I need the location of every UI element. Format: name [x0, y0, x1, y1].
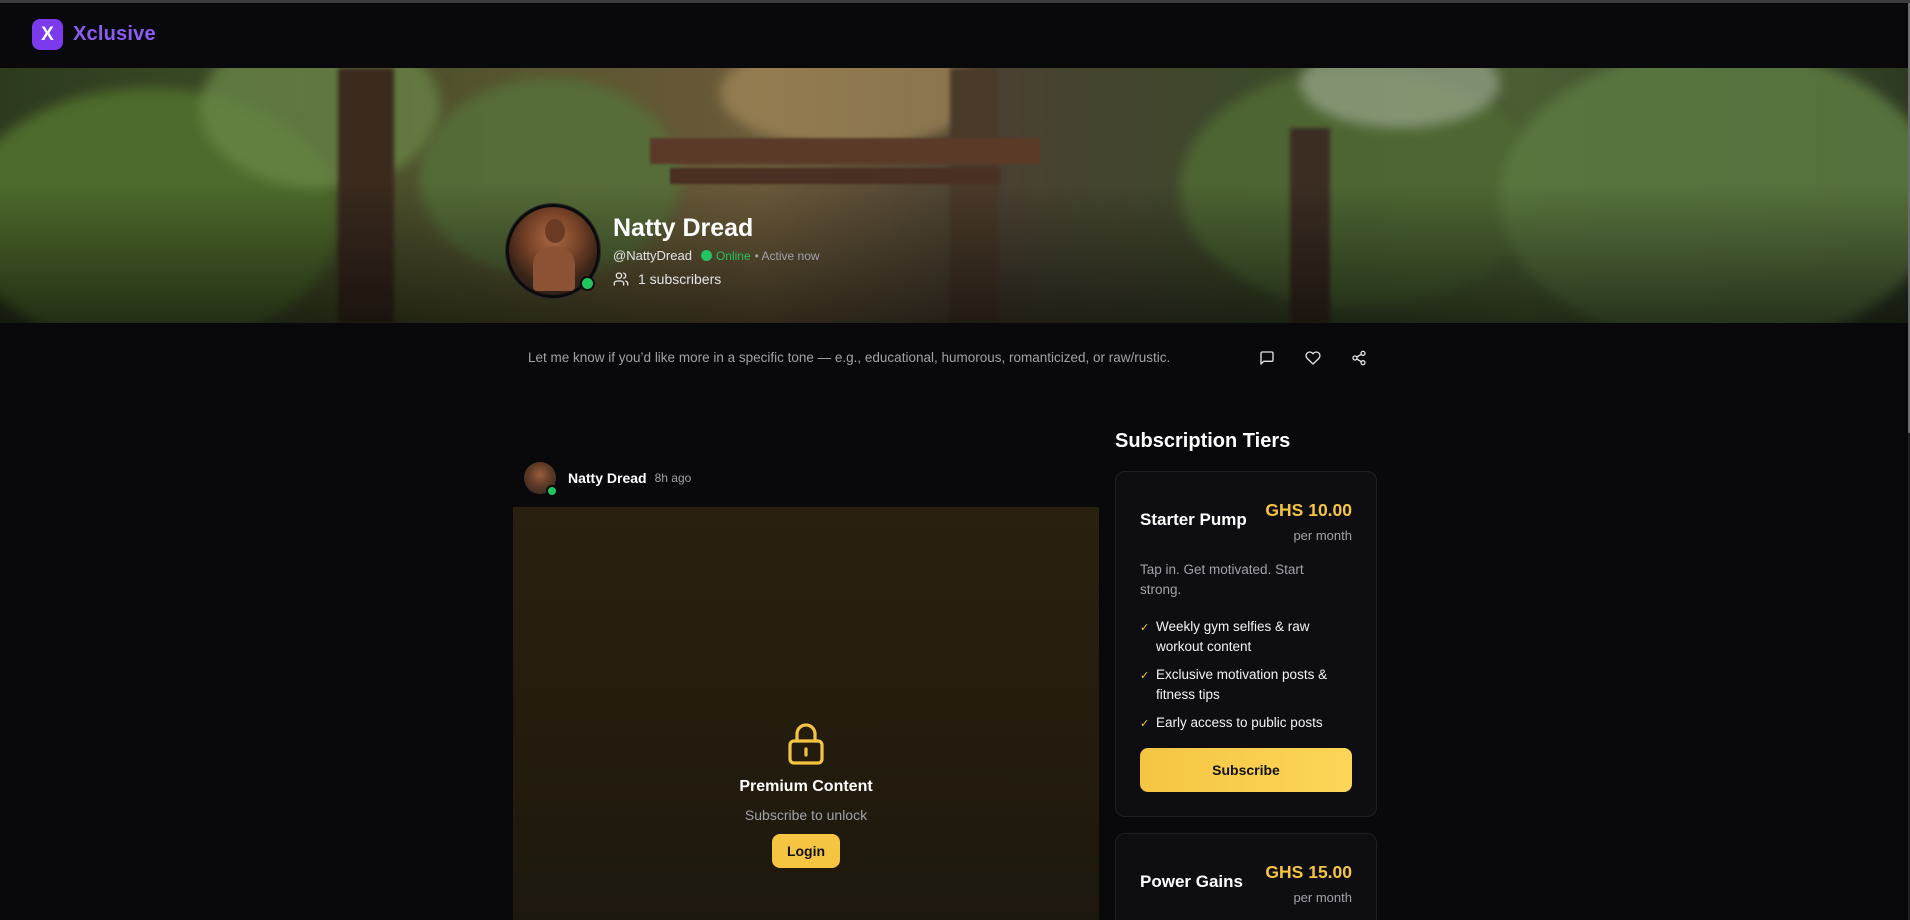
online-indicator — [580, 276, 595, 291]
profile-handle: @NattyDread — [613, 248, 692, 263]
benefit-text: Early access to public posts — [1156, 715, 1323, 730]
post-timestamp: 8h ago — [654, 471, 692, 485]
active-status: • Active now — [754, 248, 820, 263]
logo-text: Xclusive — [73, 23, 156, 45]
profile-banner — [0, 68, 1908, 323]
check-icon: ✓ — [1140, 670, 1150, 682]
share-button[interactable] — [1350, 349, 1368, 367]
banner-foliage — [720, 68, 980, 148]
tier-card: Power Gains GHS 15.00 per month — [1115, 833, 1377, 920]
profile-info: Natty Dread @NattyDread Online • Active … — [613, 204, 820, 287]
subscriber-count-text: 1 subscribers — [638, 271, 722, 287]
profile-bio: Let me know if you’d like more in a spec… — [528, 350, 1171, 365]
online-status: Online — [715, 248, 751, 263]
app-header: X Xclusive — [0, 3, 1908, 68]
message-icon — [1260, 351, 1274, 365]
check-icon: ✓ — [1140, 622, 1150, 634]
benefit-item: ✓ Exclusive motivation posts & fitness t… — [1140, 665, 1360, 705]
tier-period: per month — [1293, 528, 1352, 543]
benefit-text: Exclusive motivation posts & fitness tip… — [1156, 667, 1328, 702]
post-avatar[interactable] — [524, 462, 558, 497]
tier-description: Tap in. Get motivated. Start strong. — [1140, 562, 1304, 597]
heart-icon — [1305, 351, 1321, 365]
locked-post-media: Premium Content Subscribe to unlock Logi… — [513, 507, 1099, 920]
tier-benefits: ✓ Weekly gym selfies & raw workout conte… — [1140, 617, 1360, 742]
avatar-figure — [545, 219, 565, 243]
banner-deck — [650, 138, 1040, 164]
benefit-item: ✓ Early access to public posts — [1140, 713, 1360, 734]
lock-icon — [788, 723, 824, 765]
users-icon — [613, 272, 629, 286]
post-author[interactable]: Natty Dread — [568, 470, 647, 486]
profile-meta: @NattyDread Online • Active now — [613, 248, 820, 263]
post-header: Natty Dread 8h ago — [524, 462, 692, 497]
share-icon — [1352, 350, 1366, 366]
banner-deck — [670, 168, 1000, 184]
avatar[interactable] — [506, 204, 600, 298]
profile-actions — [1258, 349, 1368, 367]
subscribe-button[interactable]: Subscribe — [1140, 748, 1352, 792]
premium-subtitle: Subscribe to unlock — [744, 807, 868, 823]
premium-lock-overlay: Premium Content Subscribe to unlock Logi… — [513, 722, 1099, 868]
logo-mark: X — [32, 19, 63, 50]
subscriber-count: 1 subscribers — [613, 271, 820, 287]
online-status-dot — [700, 250, 712, 261]
tiers-title: Subscription Tiers — [1115, 430, 1291, 452]
like-button[interactable] — [1304, 349, 1322, 367]
tier-card: Starter Pump GHS 10.00 per month Tap in.… — [1115, 471, 1377, 817]
tier-name: Power Gains — [1140, 872, 1243, 891]
login-button[interactable]: Login — [772, 834, 840, 868]
banner-shade — [0, 183, 1908, 323]
tier-period: per month — [1293, 890, 1352, 905]
profile-header: Natty Dread @NattyDread Online • Active … — [506, 204, 820, 298]
tier-price: GHS 10.00 — [1265, 500, 1352, 520]
benefit-item: ✓ Weekly gym selfies & raw workout conte… — [1140, 617, 1360, 657]
avatar-figure — [533, 247, 575, 291]
tier-name: Starter Pump — [1140, 510, 1247, 529]
tier-price: GHS 15.00 — [1265, 862, 1352, 882]
premium-title: Premium Content — [739, 778, 873, 795]
profile-name: Natty Dread — [613, 214, 754, 242]
logo[interactable]: X Xclusive — [32, 19, 156, 50]
check-icon: ✓ — [1140, 718, 1150, 730]
message-button[interactable] — [1258, 349, 1276, 367]
benefit-text: Weekly gym selfies & raw workout content — [1156, 619, 1310, 654]
online-indicator — [546, 485, 558, 497]
